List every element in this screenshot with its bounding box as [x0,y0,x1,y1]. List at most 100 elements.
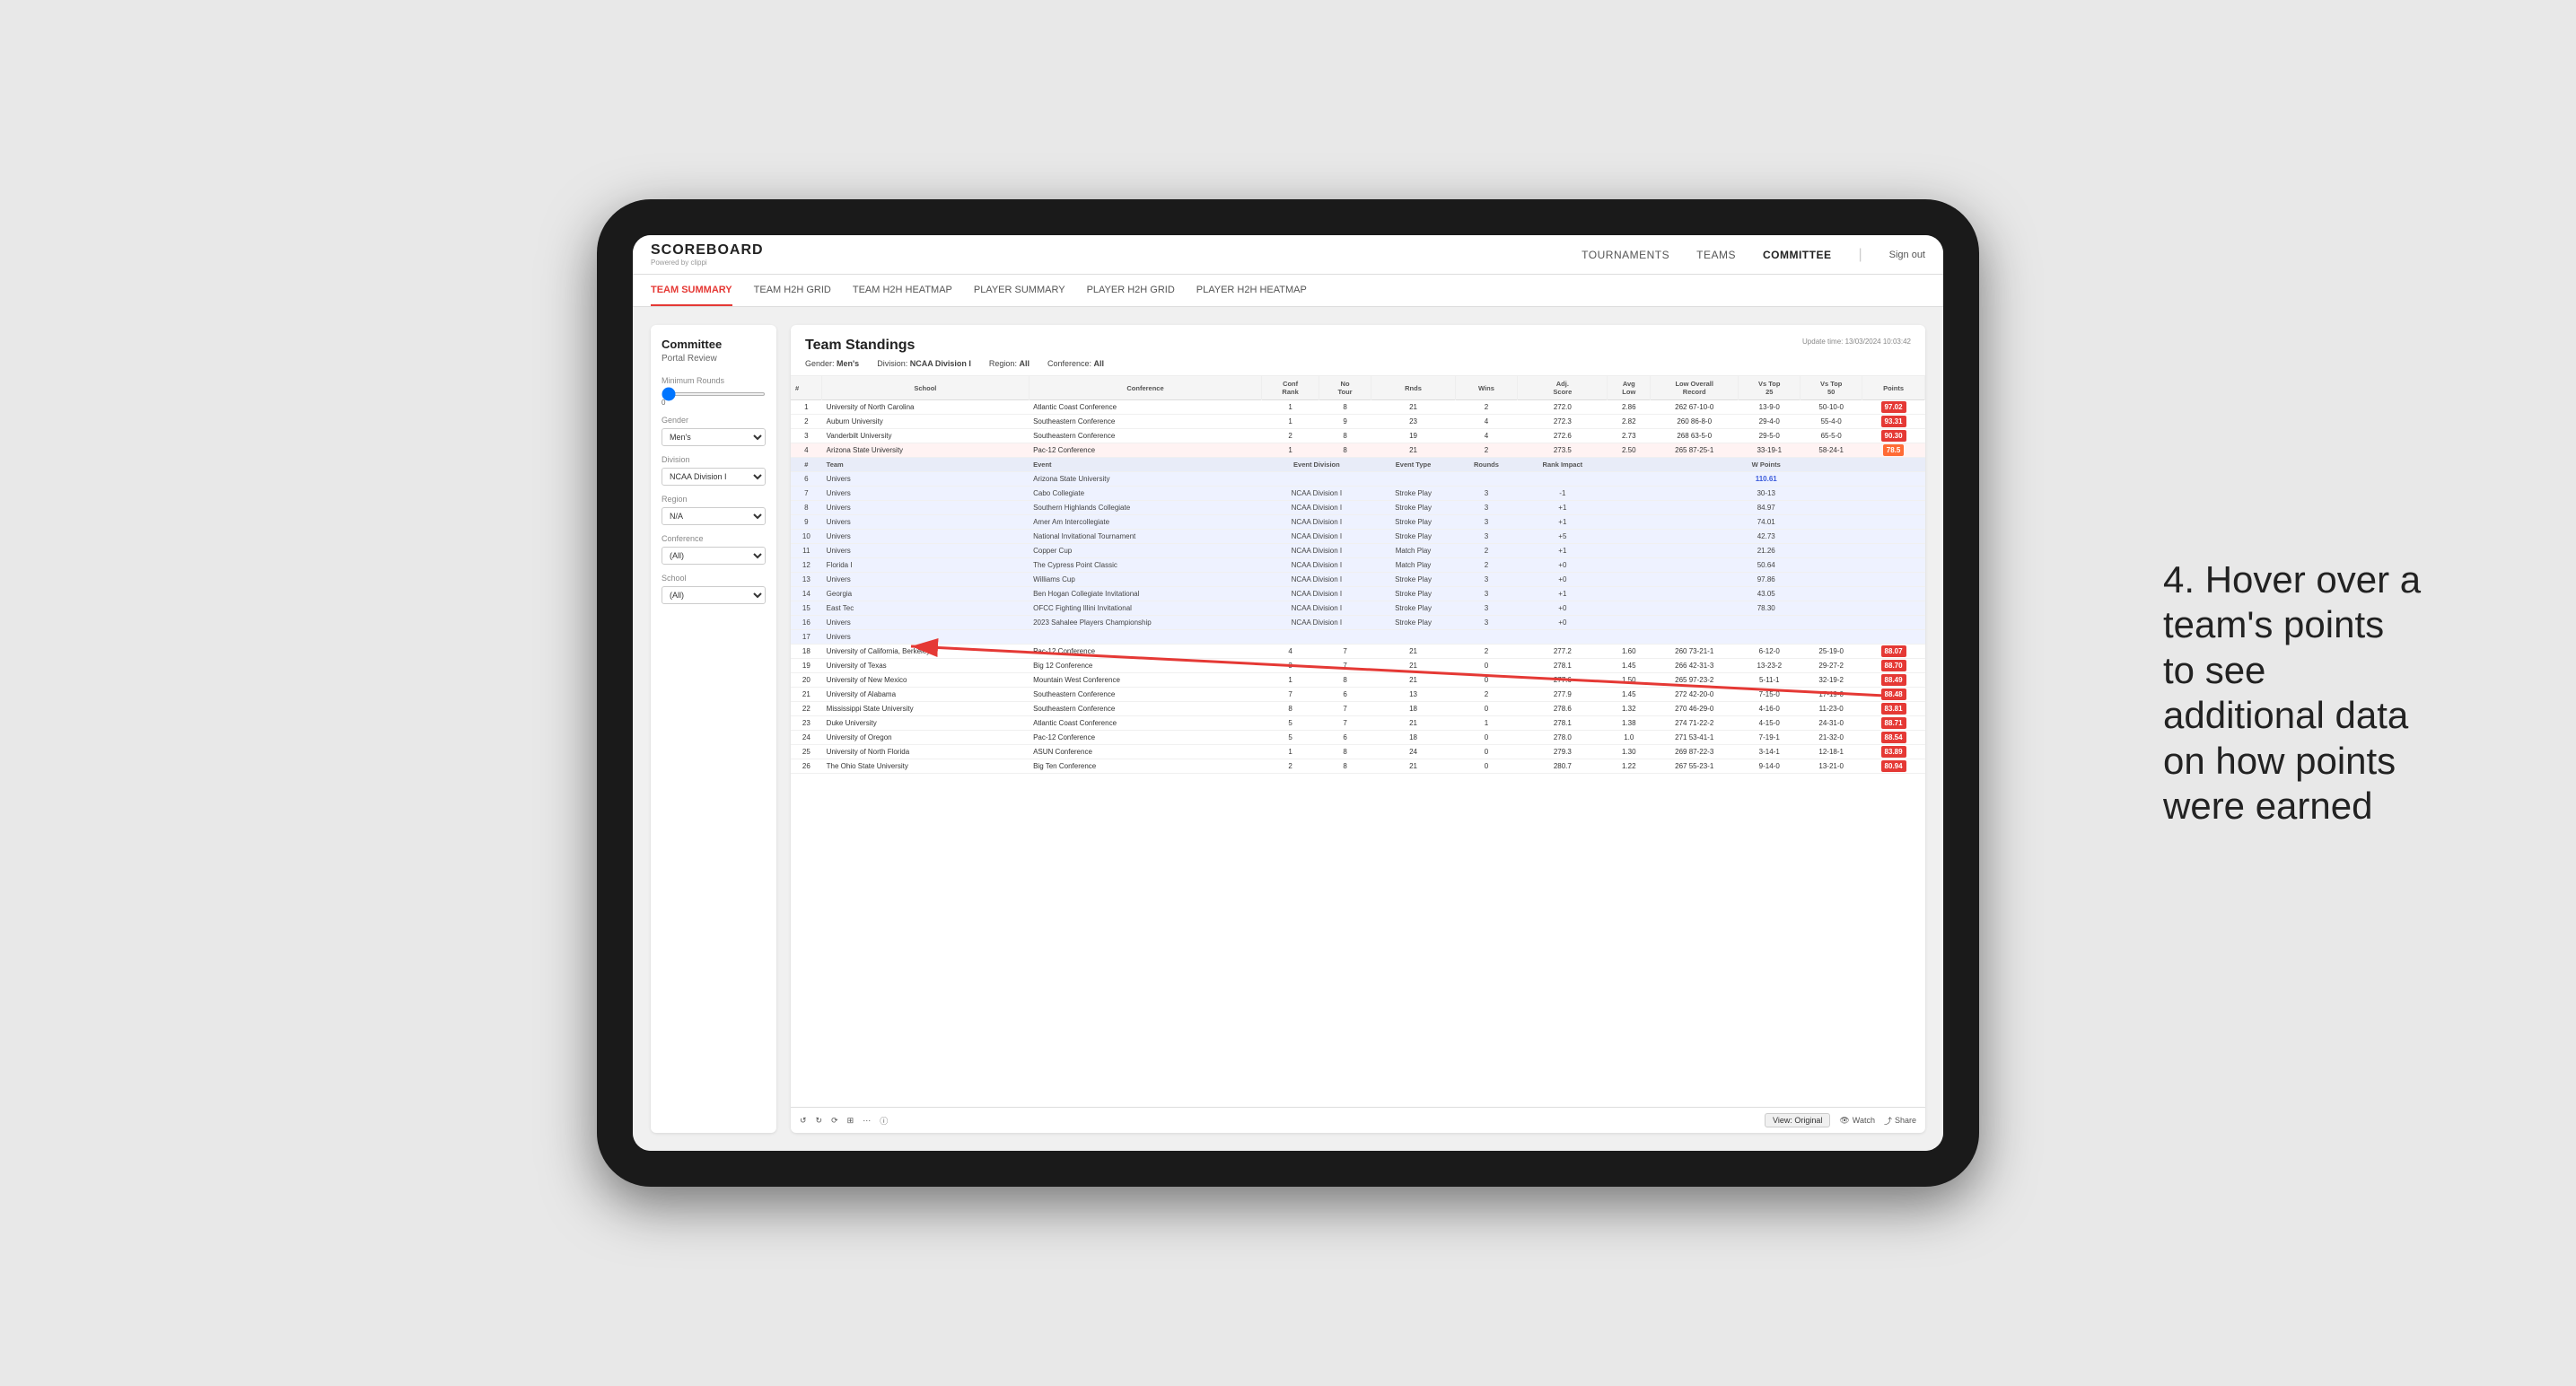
table-row[interactable]: 26The Ohio State UniversityBig Ten Confe… [791,759,1925,774]
filter-conference: Conference: All [1047,359,1104,368]
logo-text: SCOREBOARD [651,242,764,259]
sub-row: 8UniversSouthern Highlands CollegiateNCA… [791,501,1925,515]
logo-powered: Powered by clippi [651,259,764,267]
sidebar-subtitle: Portal Review [662,354,766,364]
cell-vs50: 50-10-0 [1801,400,1862,415]
sidebar-title: Committee [662,338,766,351]
sidebar-label-school: School [662,574,766,583]
cell-points[interactable]: 88.48 [1862,688,1925,702]
cell-vs50: 65-5-0 [1801,429,1862,443]
filter-region: Region: All [989,359,1030,368]
cell-rnds: 21 [1371,400,1455,415]
subnav-player-h2h-heatmap[interactable]: PLAYER H2H HEATMAP [1196,275,1307,306]
cell-low-overall: 268 63-5-0 [1651,429,1739,443]
table-row[interactable]: 3 Vanderbilt University Southeastern Con… [791,429,1925,443]
cell-conf-rank: 1 [1262,415,1319,429]
school-select[interactable]: (All) [662,586,766,604]
nav-tournaments[interactable]: TOURNAMENTS [1582,249,1669,261]
cell-points[interactable]: 88.49 [1862,673,1925,688]
toolbar-copy[interactable]: ⊞ [847,1116,854,1126]
cell-adj: 272.3 [1518,415,1608,429]
subnav-player-h2h-grid[interactable]: PLAYER H2H GRID [1087,275,1175,306]
logo-area: SCOREBOARD Powered by clippi [651,242,764,267]
annotation-text: 4. Hover over ateam's pointsto seeadditi… [2163,557,2468,829]
table-row[interactable]: 21University of AlabamaSoutheastern Conf… [791,688,1925,702]
region-select[interactable]: N/A All [662,507,766,525]
cell-points[interactable]: 78.5 [1862,443,1925,458]
cell-adj: 272.0 [1518,400,1608,415]
toolbar-more[interactable]: ⋯ [863,1116,871,1126]
cell-points[interactable]: 97.02 [1862,400,1925,415]
cell-rank: 4 [791,443,822,458]
cell-points[interactable]: 88.70 [1862,659,1925,673]
subnav-player-summary[interactable]: PLAYER SUMMARY [974,275,1065,306]
cell-wins: 2 [1455,400,1518,415]
sub-row-header: # Team Event Event Division Event Type R… [791,458,1925,472]
table-row[interactable]: 25University of North FloridaASUN Confer… [791,745,1925,759]
division-select[interactable]: NCAA Division I NCAA Division II [662,468,766,486]
col-vs-top25: Vs Top25 [1739,376,1801,400]
cell-conf-rank: 1 [1262,443,1319,458]
table-row[interactable]: 1 University of North Carolina Atlantic … [791,400,1925,415]
cell-low-overall: 262 67-10-0 [1651,400,1739,415]
cell-points[interactable]: 83.81 [1862,702,1925,716]
subnav-team-h2h-heatmap[interactable]: TEAM H2H HEATMAP [853,275,952,306]
cell-low-overall: 260 86-8-0 [1651,415,1739,429]
cell-low-overall: 265 87-25-1 [1651,443,1739,458]
cell-points[interactable]: 88.07 [1862,645,1925,659]
cell-rnds: 21 [1371,443,1455,458]
cell-rank: 3 [791,429,822,443]
cell-points[interactable]: 88.54 [1862,731,1925,745]
cell-points[interactable]: 93.31 [1862,415,1925,429]
gender-select[interactable]: Men's Women's [662,428,766,446]
cell-points[interactable]: 83.89 [1862,745,1925,759]
min-rounds-slider[interactable] [662,392,766,396]
watch-button[interactable]: 👁 Watch [1839,1116,1875,1126]
tablet-screen: SCOREBOARD Powered by clippi TOURNAMENTS… [633,235,1943,1151]
table-row[interactable]: 19University of TexasBig 12 Conference37… [791,659,1925,673]
table-row[interactable]: 18University of California, BerkeleyPac-… [791,645,1925,659]
nav-committee[interactable]: COMMITTEE [1763,249,1832,261]
sign-out[interactable]: Sign out [1889,250,1925,260]
col-avg-low: AvgLow [1608,376,1651,400]
table-row-highlighted[interactable]: 4 Arizona State University Pac-12 Confer… [791,443,1925,458]
annotation: 4. Hover over ateam's pointsto seeadditi… [2163,557,2468,829]
cell-conference: Atlantic Coast Conference [1029,400,1262,415]
sub-row: 13UniversWilliams CupNCAA Division IStro… [791,573,1925,587]
table-row[interactable]: 22Mississippi State UniversitySoutheaste… [791,702,1925,716]
conference-select[interactable]: (All) [662,547,766,565]
sub-row: 6UniversArizona State University110.61 [791,472,1925,487]
min-rounds-slider-container: 0 [662,389,766,407]
toolbar-undo[interactable]: ↺ [800,1116,807,1126]
report-table-container[interactable]: # School Conference ConfRank NoTour Rnds… [791,376,1925,1107]
nav-teams[interactable]: TEAMS [1696,249,1736,261]
view-badge[interactable]: View: Original [1765,1113,1830,1127]
table-row[interactable]: 20University of New MexicoMountain West … [791,673,1925,688]
col-points: Points [1862,376,1925,400]
cell-points[interactable]: 80.94 [1862,759,1925,774]
share-button[interactable]: ⤴ Share [1884,1115,1916,1127]
toolbar-refresh[interactable]: ⟳ [831,1116,838,1126]
sidebar-label-gender: Gender [662,416,766,425]
toolbar-redo[interactable]: ↻ [816,1116,823,1126]
toolbar-info[interactable]: ⓘ [880,1115,888,1127]
table-row[interactable]: 2 Auburn University Southeastern Confere… [791,415,1925,429]
table-row[interactable]: 24University of OregonPac-12 Conference5… [791,731,1925,745]
watch-icon: 👁 [1839,1116,1849,1126]
cell-no-tour: 9 [1319,415,1371,429]
report-header: Team Standings Gender: Men's Division: N… [791,325,1925,376]
table-row[interactable]: 23Duke UniversityAtlantic Coast Conferen… [791,716,1925,731]
subnav-team-summary[interactable]: TEAM SUMMARY [651,275,732,306]
toolbar-right: View: Original 👁 Watch ⤴ Share [1765,1113,1916,1127]
cell-wins: 4 [1455,429,1518,443]
cell-points[interactable]: 90.30 [1862,429,1925,443]
col-adj-score: Adj.Score [1518,376,1608,400]
cell-vs25: 33-19-1 [1739,443,1801,458]
cell-school: Vanderbilt University [822,429,1029,443]
cell-wins: 2 [1455,443,1518,458]
subnav-team-h2h-grid[interactable]: TEAM H2H GRID [754,275,831,306]
sub-row: 12Florida IThe Cypress Point ClassicNCAA… [791,558,1925,573]
sub-col-event: Event [1029,458,1262,472]
cell-points[interactable]: 88.71 [1862,716,1925,731]
cell-wins: 4 [1455,415,1518,429]
